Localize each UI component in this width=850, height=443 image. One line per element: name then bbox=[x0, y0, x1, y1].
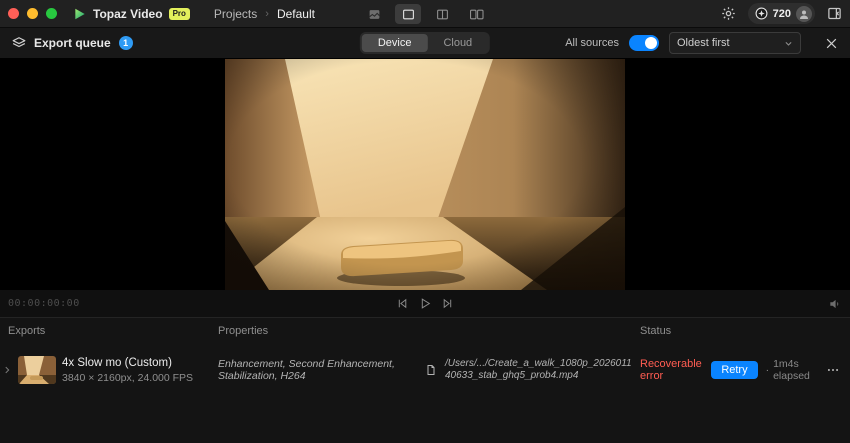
play-icon[interactable] bbox=[419, 297, 432, 310]
breadcrumb-current-project[interactable]: Default bbox=[277, 7, 315, 21]
column-header-status: Status bbox=[632, 325, 850, 337]
elapsed-group: · 1m4s elapsed bbox=[766, 358, 818, 382]
preview-area bbox=[0, 59, 850, 290]
all-sources-label: All sources bbox=[565, 37, 619, 49]
file-document-icon bbox=[425, 363, 437, 377]
more-options-icon[interactable] bbox=[826, 363, 840, 377]
minimize-window-button[interactable] bbox=[27, 8, 38, 19]
view-mode-switcher bbox=[361, 0, 489, 28]
status-cell: Recoverable error Retry · 1m4s elapsed bbox=[632, 358, 850, 382]
titlebar-right: 720 bbox=[721, 3, 842, 24]
sort-order-dropdown[interactable]: Oldest first bbox=[669, 32, 801, 54]
export-queue-header: Export queue 1 Device Cloud All sources … bbox=[0, 28, 850, 59]
sort-order-value: Oldest first bbox=[677, 37, 784, 49]
queue-controls: All sources Oldest first bbox=[565, 32, 838, 54]
volume-icon[interactable] bbox=[828, 297, 842, 311]
device-cloud-segmented-control: Device Cloud bbox=[360, 32, 490, 54]
settings-gear-icon[interactable] bbox=[721, 6, 736, 21]
close-window-button[interactable] bbox=[8, 8, 19, 19]
export-queue-title: Export queue bbox=[34, 36, 111, 50]
split-view-icon[interactable] bbox=[429, 4, 455, 24]
previous-frame-icon[interactable] bbox=[396, 297, 409, 310]
video-preview-frame[interactable] bbox=[225, 59, 625, 290]
side-by-side-view-icon[interactable] bbox=[463, 4, 489, 24]
export-thumbnail bbox=[18, 356, 56, 384]
close-queue-icon[interactable] bbox=[825, 37, 838, 50]
status-badge: Recoverable error bbox=[640, 358, 703, 382]
original-view-icon[interactable] bbox=[361, 4, 387, 24]
transport-controls bbox=[396, 297, 455, 310]
timeline-bar: 00:00:00:00 bbox=[0, 290, 850, 318]
expand-chevron-icon[interactable] bbox=[2, 365, 12, 375]
export-file-path[interactable]: /Users/.../Create_a_walk_1080p_202601140… bbox=[445, 358, 632, 383]
queue-title-group: Export queue 1 bbox=[12, 36, 133, 50]
export-filters: Enhancement, Second Enhancement, Stabili… bbox=[218, 358, 417, 382]
credits-count: 720 bbox=[773, 8, 791, 20]
user-avatar[interactable] bbox=[796, 6, 812, 22]
tab-device[interactable]: Device bbox=[362, 34, 428, 52]
empty-area bbox=[0, 396, 850, 443]
next-frame-icon[interactable] bbox=[442, 297, 455, 310]
elapsed-time: 1m4s elapsed bbox=[773, 358, 818, 382]
app-logo-group: Topaz Video Pro bbox=[73, 7, 190, 21]
toggle-knob bbox=[645, 37, 657, 49]
chevron-right-icon: › bbox=[265, 8, 269, 20]
window-controls bbox=[8, 8, 57, 19]
export-title: 4x Slow mo (Custom) bbox=[62, 357, 193, 369]
column-header-properties: Properties bbox=[210, 325, 632, 337]
chevron-down-icon bbox=[784, 39, 793, 48]
retry-button[interactable]: Retry bbox=[711, 361, 757, 379]
properties-cell: Enhancement, Second Enhancement, Stabili… bbox=[210, 358, 632, 383]
layers-icon bbox=[12, 36, 26, 50]
queue-table-header: Exports Properties Status bbox=[0, 318, 850, 344]
topaz-logo-icon bbox=[73, 7, 87, 21]
breadcrumb: Projects › Default bbox=[214, 7, 315, 21]
panel-toggle-icon[interactable] bbox=[827, 6, 842, 21]
zoom-window-button[interactable] bbox=[46, 8, 57, 19]
exports-cell: 4x Slow mo (Custom) 3840 × 2160px, 24.00… bbox=[0, 356, 210, 384]
separator-dot: · bbox=[766, 364, 770, 376]
coin-icon bbox=[755, 7, 768, 20]
queue-count-badge: 1 bbox=[119, 36, 133, 50]
pro-badge: Pro bbox=[169, 8, 190, 20]
breadcrumb-projects[interactable]: Projects bbox=[214, 7, 257, 21]
tab-cloud[interactable]: Cloud bbox=[427, 34, 488, 52]
export-meta: 4x Slow mo (Custom) 3840 × 2160px, 24.00… bbox=[62, 357, 193, 384]
all-sources-toggle[interactable] bbox=[629, 35, 659, 51]
timecode: 00:00:00:00 bbox=[8, 298, 80, 309]
single-view-icon[interactable] bbox=[395, 4, 421, 24]
app-title: Topaz Video bbox=[93, 7, 163, 21]
titlebar: Topaz Video Pro Projects › Default bbox=[0, 0, 850, 28]
export-resolution-fps: 3840 × 2160px, 24.000 FPS bbox=[62, 372, 193, 384]
column-header-exports: Exports bbox=[0, 325, 210, 337]
app-window: Topaz Video Pro Projects › Default bbox=[0, 0, 850, 443]
export-row[interactable]: 4x Slow mo (Custom) 3840 × 2160px, 24.00… bbox=[0, 344, 850, 396]
credits-pill[interactable]: 720 bbox=[748, 3, 815, 24]
